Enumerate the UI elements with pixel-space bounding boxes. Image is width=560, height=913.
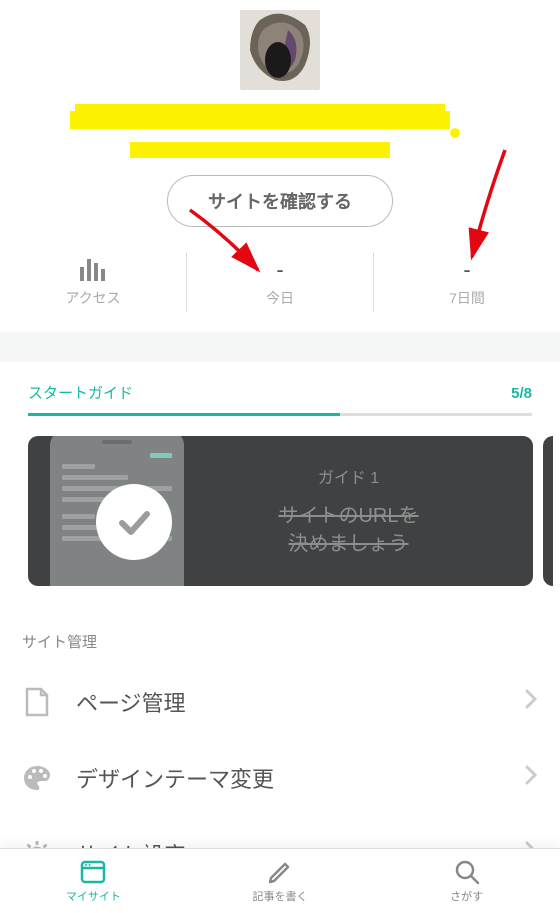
progress-bar: [28, 413, 532, 416]
nav-label: マイサイト: [66, 888, 121, 904]
bottom-nav: マイサイト 記事を書く さがす: [0, 848, 560, 913]
stats-row: アクセス - 今日 - 7日間: [0, 252, 560, 312]
bar-chart-icon: [0, 256, 186, 284]
stat-today[interactable]: - 今日: [186, 252, 373, 312]
guide-card-subtitle: ガイド 1: [184, 464, 513, 488]
menu-label: デザインテーマ変更: [76, 762, 524, 794]
palette-icon: [22, 763, 52, 793]
highlighter-redaction: [450, 128, 460, 138]
redacted-title-area: [70, 100, 490, 160]
nav-write[interactable]: 記事を書く: [187, 849, 374, 913]
avatar-wrap: [0, 10, 560, 90]
menu-item-page-manage[interactable]: ページ管理: [0, 664, 560, 740]
start-guide-block: スタートガイド 5/8 ガイド 1: [0, 362, 560, 611]
chevron-right-icon: [524, 764, 538, 792]
stat-seven-days[interactable]: - 7日間: [373, 252, 560, 312]
nav-label: さがす: [450, 888, 483, 904]
site-manage-section-title: サイト管理: [0, 631, 560, 664]
nav-search[interactable]: さがす: [373, 849, 560, 913]
section-gap: [0, 332, 560, 362]
guide-card-next-peek[interactable]: [543, 436, 553, 586]
nav-mysite[interactable]: マイサイト: [0, 849, 187, 913]
start-guide-title: スタートガイド: [28, 382, 133, 403]
page-icon: [22, 687, 52, 717]
stat-value: -: [374, 256, 560, 284]
checkmark-badge-icon: [96, 484, 172, 560]
highlighter-redaction: [70, 111, 450, 129]
stat-value: -: [187, 256, 373, 284]
guide-card-title: サイトのURLを 決めましょう: [184, 502, 513, 558]
menu-item-design-theme[interactable]: デザインテーマ変更: [0, 740, 560, 816]
guide-cards[interactable]: ガイド 1 サイトのURLを 決めましょう: [0, 436, 560, 586]
highlighter-redaction: [130, 142, 390, 158]
start-guide-progress-text: 5/8: [511, 385, 532, 402]
nav-label: 記事を書く: [253, 888, 308, 904]
mysite-icon: [79, 858, 107, 886]
guide-card-1[interactable]: ガイド 1 サイトのURLを 決めましょう: [28, 436, 533, 586]
search-icon: [453, 858, 481, 886]
write-icon: [266, 858, 294, 886]
header-section: サイトを確認する アクセス - 今日 - 7日間: [0, 0, 560, 332]
menu-label: ページ管理: [76, 686, 524, 718]
stat-label: アクセス: [0, 288, 186, 308]
stat-label: 7日間: [374, 288, 560, 308]
stat-label: 今日: [187, 288, 373, 308]
progress-bar-fill: [28, 413, 340, 416]
view-site-button[interactable]: サイトを確認する: [167, 175, 393, 227]
chevron-right-icon: [524, 688, 538, 716]
stat-access[interactable]: アクセス: [0, 252, 186, 312]
avatar[interactable]: [240, 10, 320, 90]
